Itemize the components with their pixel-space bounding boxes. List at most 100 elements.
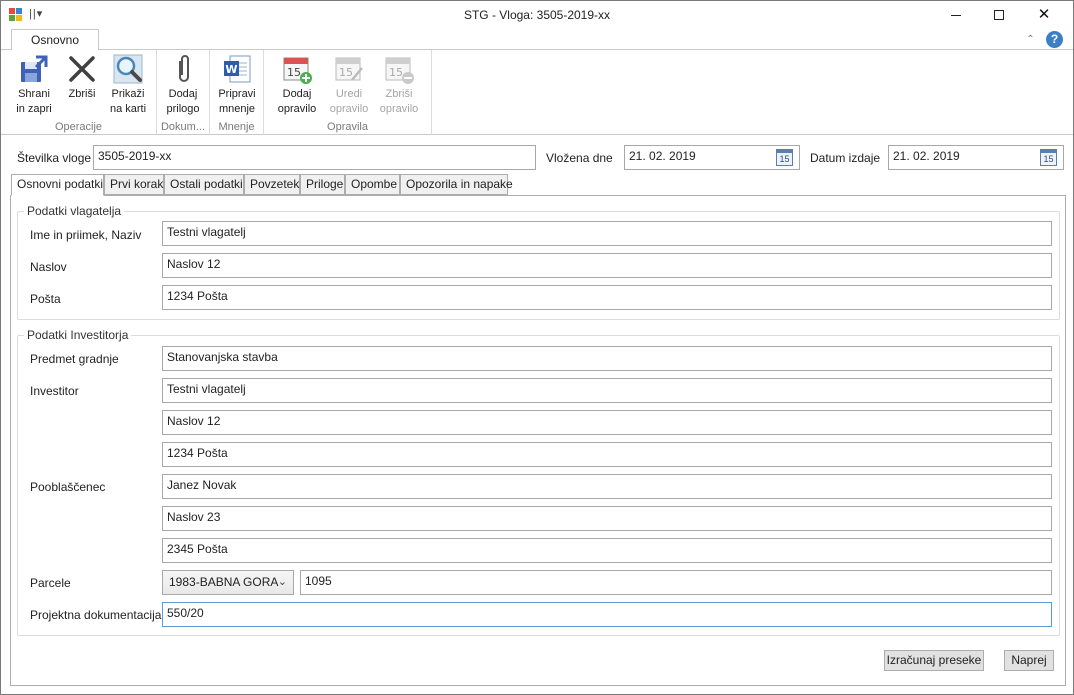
stevilka-vloge-label: Številka vloge (17, 151, 92, 165)
pripravi-label-2: mnenje (218, 103, 256, 115)
projektna-dokumentacija-field[interactable]: 550/20 (162, 602, 1052, 627)
zbrisi-opravilo-label-1: Zbriši (385, 88, 413, 100)
minimize-button[interactable] (933, 1, 979, 29)
datum-izdaje-date-field[interactable]: 21. 02. 2019 15 (888, 145, 1064, 170)
katastrska-obcina-dropdown[interactable]: 1983-BABNA GORA ⌄ (162, 570, 294, 595)
maximize-icon (994, 10, 1004, 21)
naslov-field[interactable]: Naslov 12 (162, 253, 1052, 278)
posta-field[interactable]: 1234 Pošta (162, 285, 1052, 310)
calendar-picker-icon[interactable]: 15 (1040, 149, 1057, 166)
tab-osnovni-podatki[interactable]: Osnovni podatki (11, 174, 104, 196)
tab-priloge[interactable]: Priloge (300, 174, 345, 195)
parcele-label: Parcele (30, 576, 71, 590)
datum-izdaje-label: Datum izdaje (810, 151, 881, 165)
ime-label: Ime in priimek, Naziv (30, 228, 142, 242)
save-close-icon (18, 53, 50, 85)
prikazi-label-1: Prikaži (111, 88, 145, 100)
calendar-day-text: 15 (339, 66, 353, 79)
shrani-in-zapri-button[interactable]: Shrani in zapri (12, 53, 56, 117)
ribbon-group-label: Opravila (327, 121, 368, 133)
maximize-button[interactable] (976, 1, 1022, 29)
stevilka-vloge-field[interactable]: 3505-2019-xx (93, 145, 536, 170)
word-document-icon: W (221, 53, 253, 85)
naprej-button[interactable]: Naprej (1004, 650, 1054, 671)
tab-prvi-korak[interactable]: Prvi korak (104, 174, 164, 195)
pooblascenec-posta-field[interactable]: 2345 Pošta (162, 538, 1052, 563)
svg-text:W: W (225, 63, 237, 76)
dodaj-prilogo-label-2: prilogo (166, 103, 200, 115)
tab-povzetek[interactable]: Povzetek (244, 174, 300, 195)
shrani-label-2: in zapri (16, 103, 52, 115)
calendar-edit-icon: 15 (333, 53, 365, 85)
ribbon-group-dokumenti: Dodaj prilogo Dokum... (157, 50, 210, 135)
chevron-down-icon: ⌄ (277, 576, 287, 588)
shrani-label-1: Shrani (18, 88, 50, 100)
pooblascenec-label: Pooblaščenec (30, 480, 106, 494)
calendar-day-text: 15 (389, 66, 403, 79)
projektna-dokumentacija-label: Projektna dokumentacija (30, 608, 162, 622)
parcela-stevilka-field[interactable]: 1095 (300, 570, 1052, 595)
uredi-label-1: Uredi (335, 88, 363, 100)
help-icon[interactable]: ? (1046, 31, 1063, 48)
application-window: ||▾ STG - Vloga: 3505-2019-xx ✕ Osnovno … (0, 0, 1074, 695)
izracunaj-preseke-button[interactable]: Izračunaj preseke (884, 650, 984, 671)
close-button[interactable]: ✕ (1021, 1, 1067, 29)
predmet-gradnje-label: Predmet gradnje (30, 352, 119, 366)
investitor-naziv-field[interactable]: Testni vlagatelj (162, 378, 1052, 403)
minimize-icon (951, 14, 961, 16)
ime-field[interactable]: Testni vlagatelj (162, 221, 1052, 246)
vlozena-dne-date-field[interactable]: 21. 02. 2019 15 (624, 145, 800, 170)
window-title: STG - Vloga: 3505-2019-xx (463, 8, 611, 22)
dodaj-prilogo-button[interactable]: Dodaj prilogo (161, 53, 205, 117)
ribbon-group-label: Dokum... (160, 121, 205, 133)
datum-izdaje-value: 21. 02. 2019 (893, 149, 960, 163)
investitor-legend: Podatki Investitorja (27, 328, 129, 342)
tab-opozorila-in-napake[interactable]: Opozorila in napake (400, 174, 513, 195)
uredi-opravilo-button[interactable]: 15 Uredi opravilo (327, 53, 371, 117)
prikazi-na-karti-button[interactable]: Prikaži na karti (106, 53, 150, 117)
ribbon-group-label: Mnenje (218, 121, 255, 133)
zbrisi-label: Zbriši (68, 88, 96, 100)
calendar-remove-icon: 15 (383, 53, 415, 85)
calendar-picker-icon[interactable]: 15 (776, 149, 793, 166)
investitor-label: Investitor (30, 384, 79, 398)
posta-label: Pošta (30, 292, 61, 306)
delete-x-icon (66, 53, 98, 85)
title-bar: ||▾ STG - Vloga: 3505-2019-xx ✕ (1, 1, 1073, 29)
predmet-gradnje-field[interactable]: Stanovanjska stavba (162, 346, 1052, 371)
pooblascenec-naziv-field[interactable]: Janez Novak (162, 474, 1052, 499)
investitor-naslov-field[interactable]: Naslov 12 (162, 410, 1052, 435)
ribbon-group-operacije: Shrani in zapri Zbriši Prikaži na karti … (1, 50, 157, 135)
naslov-label: Naslov (30, 260, 67, 274)
ribbon-tab-osnovno[interactable]: Osnovno (11, 29, 99, 51)
vlozena-dne-value: 21. 02. 2019 (629, 149, 696, 163)
investitor-posta-field[interactable]: 1234 Pošta (162, 442, 1052, 467)
katastrska-obcina-value: 1983-BABNA GORA (169, 575, 279, 589)
zbrisi-opravilo-label-2: opravilo (379, 103, 419, 115)
zbrisi-button[interactable]: Zbriši (60, 53, 104, 102)
collapse-ribbon-icon[interactable]: ⌃ (1026, 34, 1034, 45)
calendar-day-text: 15 (287, 66, 301, 79)
ribbon-group-label: Operacije (54, 121, 103, 133)
pooblascenec-naslov-field[interactable]: Naslov 23 (162, 506, 1052, 531)
prikazi-label-2: na karti (109, 103, 147, 115)
close-icon: ✕ (1037, 6, 1051, 23)
tab-opombe[interactable]: Opombe (345, 174, 400, 195)
tab-ostali-podatki[interactable]: Ostali podatki (164, 174, 244, 195)
paperclip-icon (167, 53, 199, 85)
dodaj-opravilo-label-2: opravilo (277, 103, 317, 115)
pripravi-mnenje-button[interactable]: W Pripravi mnenje (215, 53, 259, 117)
dodaj-opravilo-button[interactable]: 15 Dodaj opravilo (275, 53, 319, 117)
vlagatelj-legend: Podatki vlagatelja (27, 204, 122, 218)
zbrisi-opravilo-button[interactable]: 15 Zbriši opravilo (377, 53, 421, 117)
ribbon-group-mnenje: W Pripravi mnenje Mnenje (210, 50, 264, 135)
pripravi-label-1: Pripravi (218, 88, 256, 100)
ribbon: Shrani in zapri Zbriši Prikaži na karti … (1, 50, 1073, 135)
ribbon-tab-bar: Osnovno ⌃ ? (1, 29, 1073, 51)
ribbon-group-opravila: 15 Dodaj opravilo 15 Uredi opravilo 15 Z… (264, 50, 432, 135)
dodaj-opravilo-label-1: Dodaj (282, 88, 312, 100)
dodaj-prilogo-label-1: Dodaj (168, 88, 198, 100)
calendar-add-icon: 15 (281, 53, 313, 85)
vlozena-dne-label: Vložena dne (546, 151, 613, 165)
uredi-label-2: opravilo (329, 103, 369, 115)
